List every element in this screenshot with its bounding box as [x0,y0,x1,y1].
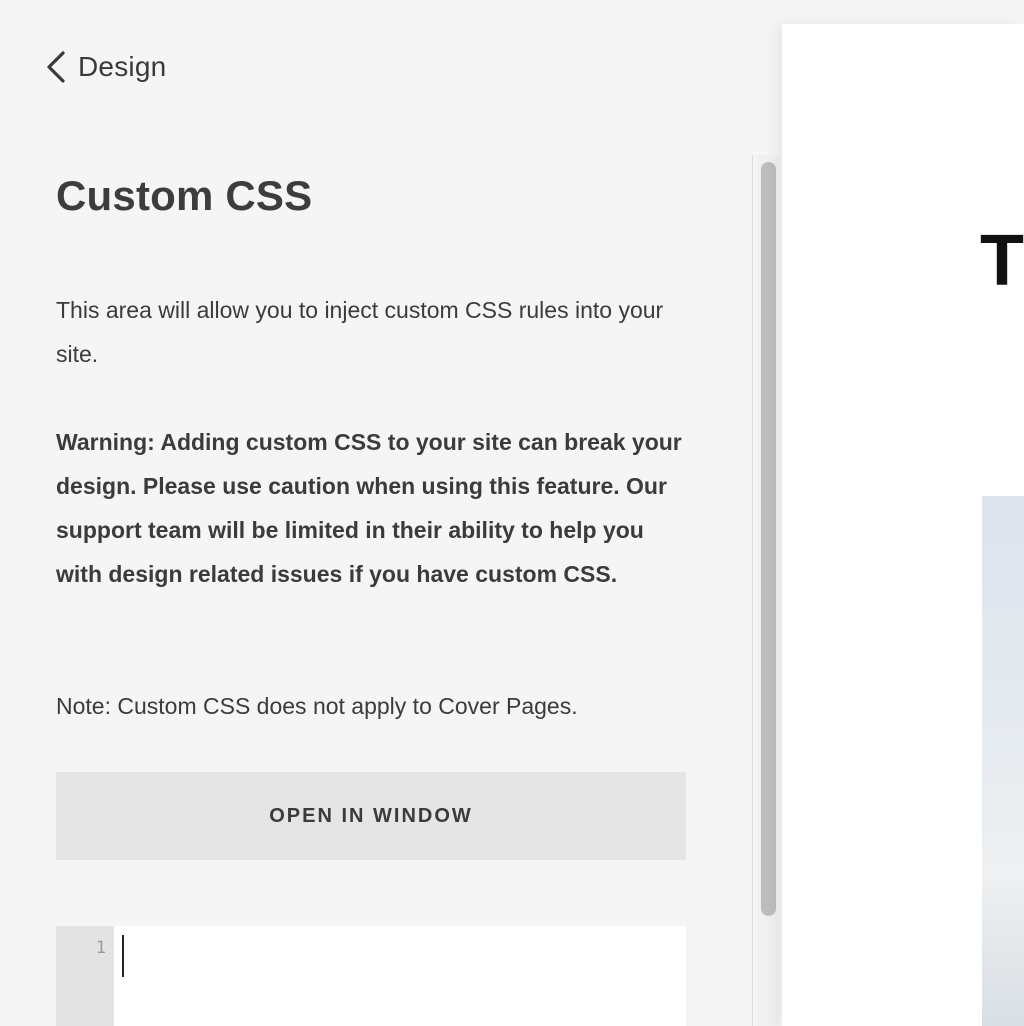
open-in-window-button[interactable]: OPEN IN WINDOW [56,772,686,860]
back-link-label: Design [78,51,167,82]
preview-image [982,496,1024,1026]
warning-text: Warning: Adding custom CSS to your site … [56,429,682,587]
css-editor-panel: Design Custom CSS This area will allow y… [0,0,752,1026]
panel-divider [752,155,753,1026]
open-in-window-label: OPEN IN WINDOW [269,804,473,827]
page-title: Custom CSS [56,172,313,219]
text-cursor [122,935,124,977]
css-code-editor[interactable]: 1 [56,926,686,1026]
scrollbar-thumb[interactable] [761,162,776,916]
site-preview[interactable]: T [782,24,1024,1026]
line-number-gutter: 1 [56,926,114,1026]
back-to-design-link[interactable]: Design [44,50,166,84]
line-number: 1 [95,938,106,958]
chevron-left-icon [44,50,68,84]
intro-text: This area will allow you to inject custo… [56,297,664,367]
note-text: Note: Custom CSS does not apply to Cover… [56,693,578,719]
preview-heading: T [980,221,1024,301]
